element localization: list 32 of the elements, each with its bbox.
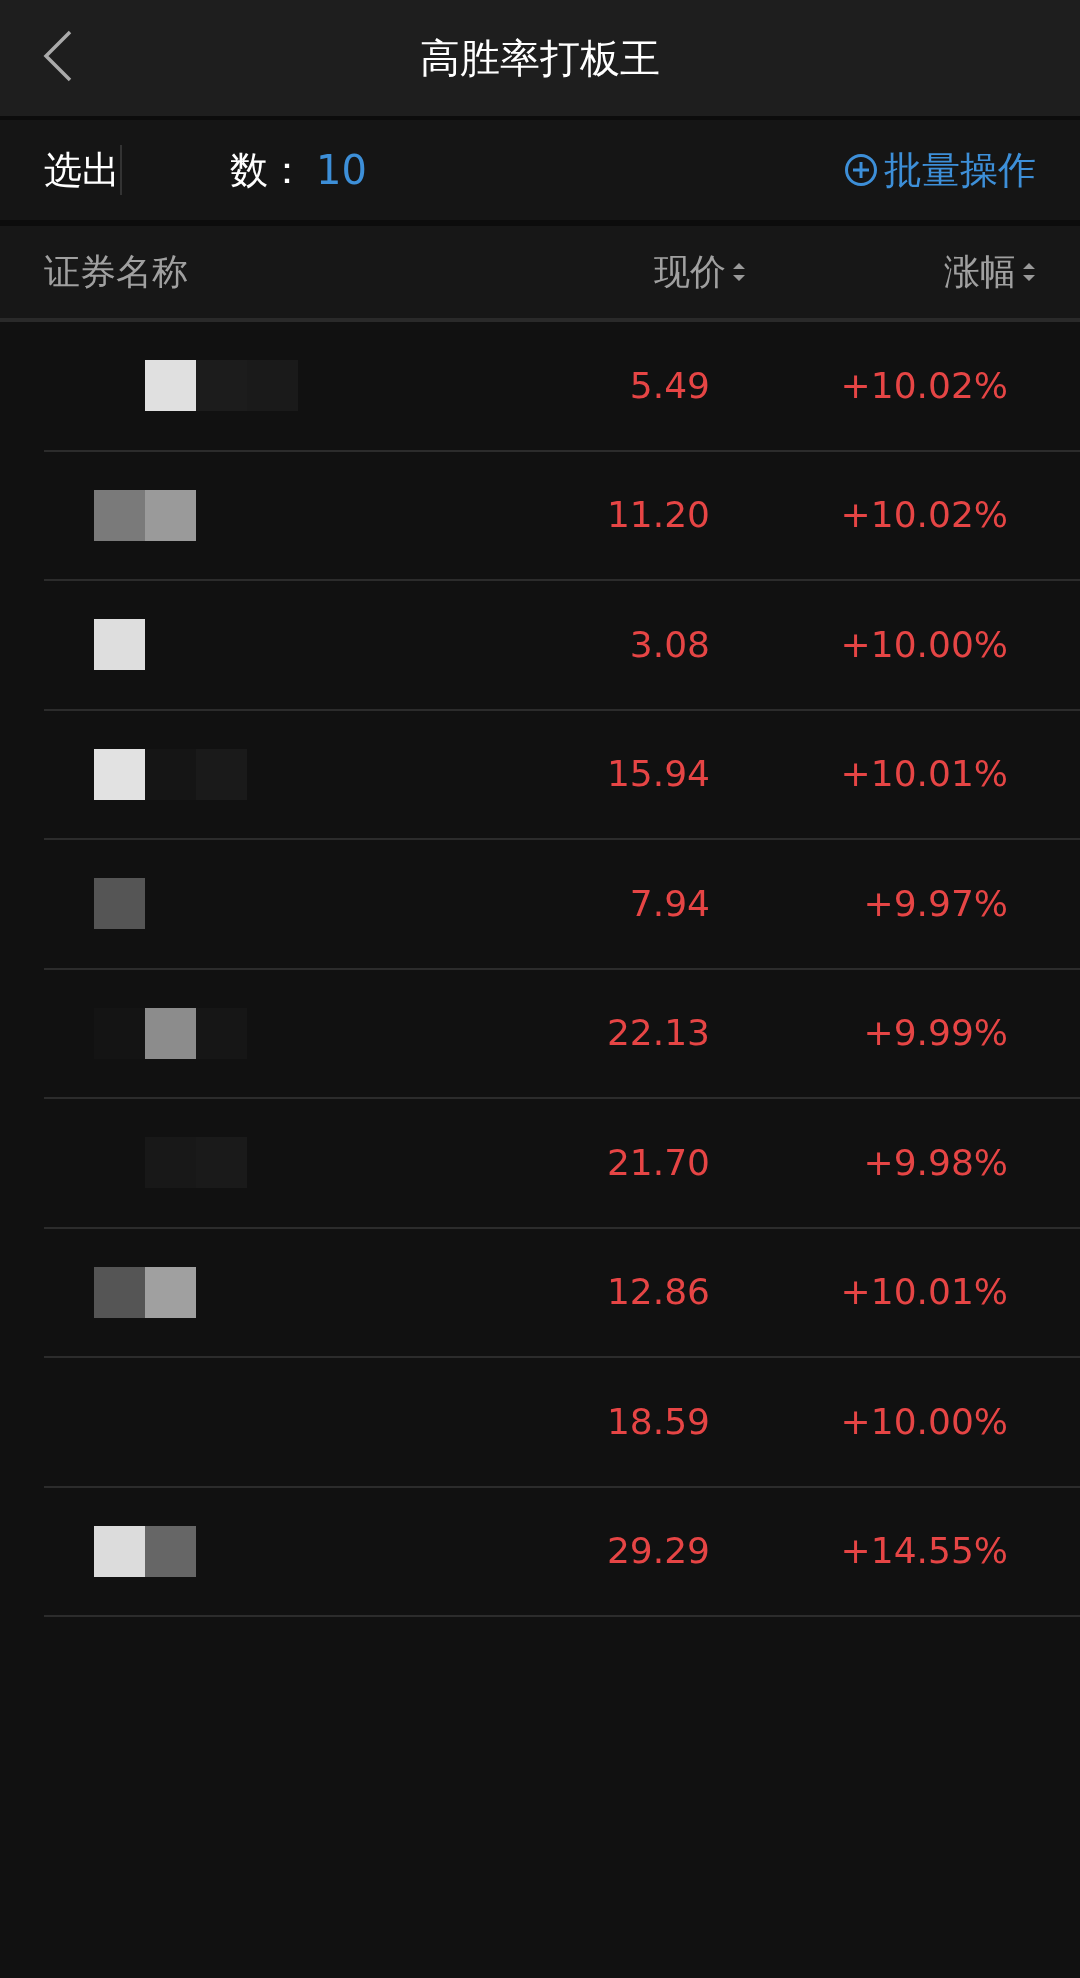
price-cell-text: 29.29 [605, 1529, 711, 1574]
change-cell-text: +10.00% [839, 622, 1009, 667]
sort-column-header[interactable]: 涨幅 [944, 245, 1036, 299]
plus-circle-icon [844, 153, 878, 187]
count-value: 10 [316, 146, 367, 195]
change-cell-text: +10.00% [839, 1399, 1009, 1444]
change-cell-text: +9.97% [862, 881, 1009, 926]
batch-action-button[interactable]: 批量操作 [844, 141, 1036, 199]
change-cell-text: +10.02% [839, 363, 1009, 408]
price-cell-text: 15.94 [605, 752, 711, 797]
change-cell-text: +9.99% [862, 1011, 1009, 1056]
change-cell-text: +14.55% [839, 1529, 1009, 1574]
price-cell-text: 21.70 [605, 1140, 711, 1185]
price-cell-text: 7.94 [628, 881, 711, 926]
change-cell-text: +10.01% [839, 1270, 1009, 1315]
price-cell-text: 18.59 [605, 1399, 711, 1444]
price-cell-text: 5.49 [628, 363, 711, 408]
page-title: 高胜率打板王 [420, 34, 660, 83]
sort-column-header[interactable]: 现价 [654, 245, 746, 299]
back-icon [42, 30, 74, 82]
price-cell-text: 11.20 [605, 493, 711, 538]
count-label: 选出 [44, 146, 120, 194]
price-cell-text: 3.08 [628, 622, 711, 667]
price-cell-text: 12.86 [605, 1270, 711, 1315]
change-cell-text: +10.02% [839, 493, 1009, 538]
count-label: 数： [230, 146, 306, 194]
redaction-mosaic [94, 878, 145, 930]
price-cell-text: 22.13 [605, 1011, 711, 1056]
redaction-mosaic [94, 619, 145, 671]
change-cell-text: +10.01% [839, 752, 1009, 797]
column-header: 证券名称 [44, 250, 188, 294]
change-cell-text: +9.98% [862, 1140, 1009, 1185]
